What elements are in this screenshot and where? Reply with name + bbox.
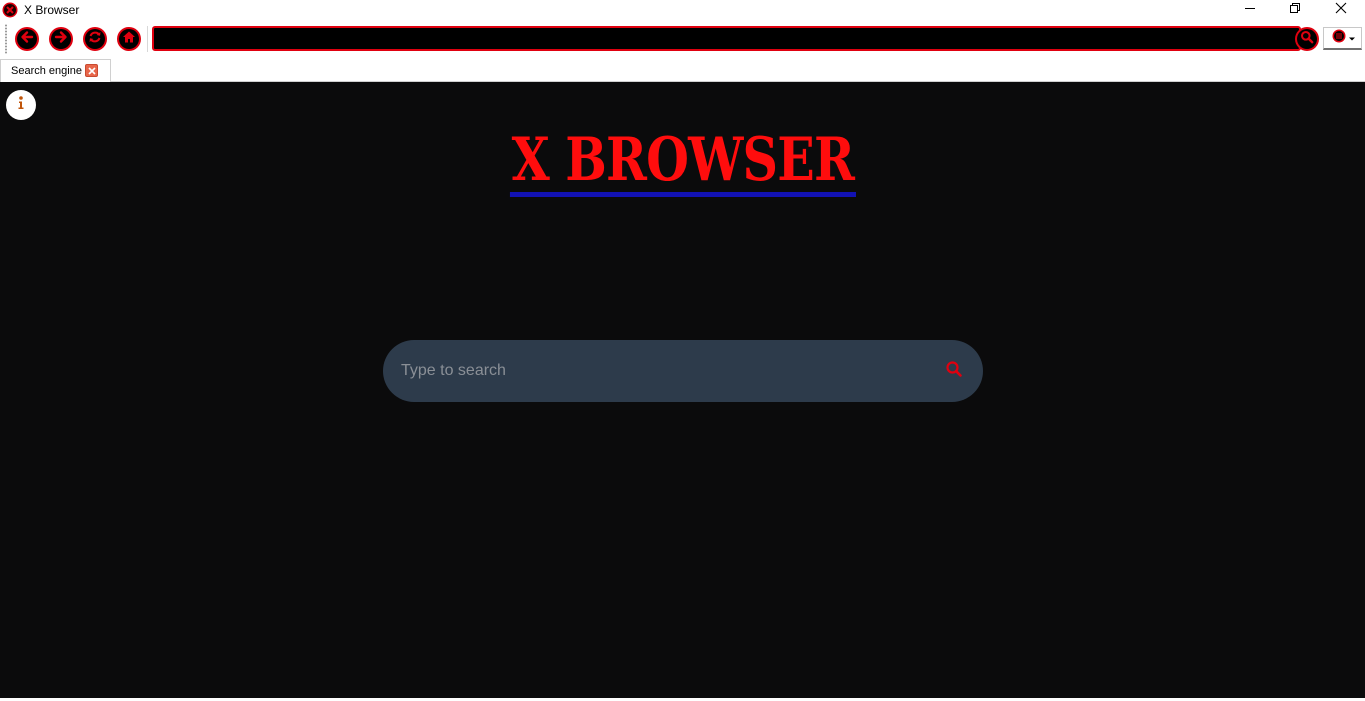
reload-button[interactable] xyxy=(83,27,107,51)
close-icon xyxy=(87,62,96,80)
back-icon xyxy=(20,30,34,49)
reload-icon xyxy=(88,30,102,49)
search-submit-button[interactable] xyxy=(943,360,965,382)
close-button[interactable] xyxy=(1319,0,1363,20)
search-box xyxy=(383,340,983,402)
minimize-icon xyxy=(1244,1,1256,19)
search-icon xyxy=(945,360,963,383)
window-title: X Browser xyxy=(24,3,80,17)
restore-icon xyxy=(1289,1,1301,19)
tab-strip: Search engine xyxy=(0,58,1365,82)
info-icon xyxy=(16,95,26,116)
title-bar: X Browser xyxy=(0,0,1365,20)
tab-search-engine[interactable]: Search engine xyxy=(0,59,111,82)
forward-button[interactable] xyxy=(49,27,73,51)
tab-close-button[interactable] xyxy=(85,64,98,77)
search-input[interactable] xyxy=(399,354,923,388)
back-button[interactable] xyxy=(15,27,39,51)
toolbar-separator xyxy=(147,26,148,52)
app-logo-icon xyxy=(2,2,18,18)
search-icon xyxy=(1300,30,1314,49)
go-search-button[interactable] xyxy=(1295,27,1319,51)
web-page: X BROWSER xyxy=(0,82,1365,698)
menu-dropdown-button[interactable] xyxy=(1323,27,1362,50)
chevron-down-icon xyxy=(1348,29,1355,47)
restore-button[interactable] xyxy=(1273,0,1317,20)
minimize-button[interactable] xyxy=(1228,0,1272,20)
close-icon xyxy=(1335,1,1347,19)
home-icon xyxy=(122,30,136,49)
navigation-toolbar xyxy=(0,20,1365,58)
address-bar[interactable] xyxy=(152,26,1301,51)
logo-text: X BROWSER xyxy=(509,125,856,197)
home-button[interactable] xyxy=(117,27,141,51)
browser-window: X Browser Search engine X BROWSER Type t… xyxy=(0,0,1365,701)
tab-label: Search engine xyxy=(11,65,82,77)
info-button[interactable] xyxy=(6,90,36,120)
page-logo: X BROWSER xyxy=(0,128,1365,197)
forward-icon xyxy=(54,30,68,49)
toolbar-grip[interactable] xyxy=(5,24,7,54)
